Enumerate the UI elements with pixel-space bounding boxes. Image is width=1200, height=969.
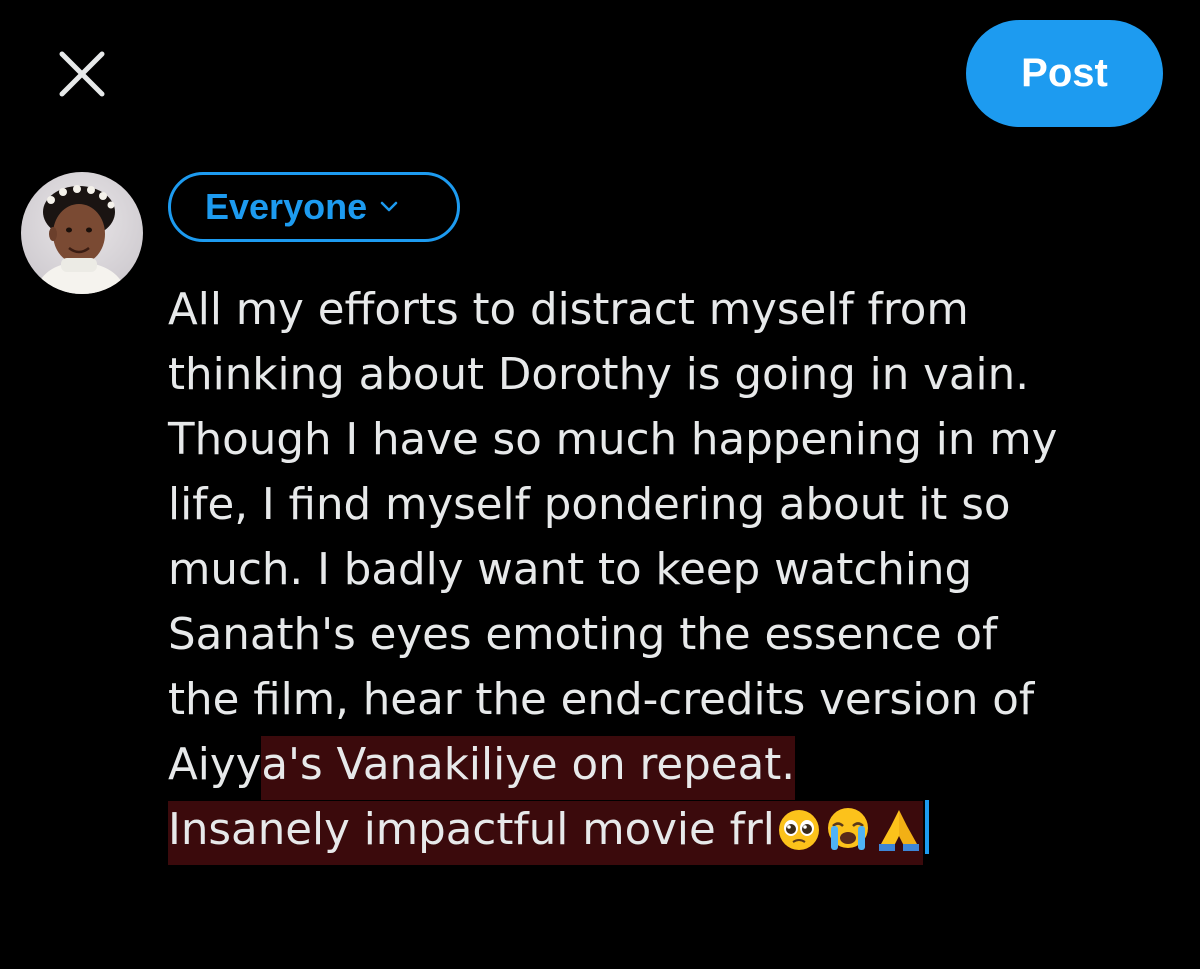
- chevron-down-icon: [379, 201, 399, 213]
- close-button[interactable]: [52, 44, 112, 104]
- pleading-face-emoji: [777, 806, 821, 871]
- selected-text: Insanely impactful movie frl: [168, 805, 775, 855]
- text-cursor: [924, 800, 929, 854]
- close-icon: [59, 51, 105, 97]
- loudly-crying-face-emoji: [823, 806, 873, 871]
- text-line: Aiyya's Vanakiliye on repeat.: [168, 733, 1178, 800]
- text-line: Though I have so much happening in my: [168, 415, 1058, 465]
- text-line: life, I find myself pondering about it s…: [168, 480, 1011, 530]
- text-line: much. I badly want to keep watching: [168, 545, 973, 595]
- post-text-input[interactable]: All my efforts to distract myself from t…: [168, 278, 1178, 865]
- avatar[interactable]: [21, 172, 143, 294]
- selected-text: a's Vanakiliye on repeat.: [261, 736, 796, 800]
- text-line: the film, hear the end-credits version o…: [168, 675, 1035, 725]
- text-line: Insanely impactful movie frl: [168, 798, 1178, 865]
- text-plain: Aiyy: [168, 740, 262, 790]
- folded-hands-emoji: [875, 806, 923, 871]
- text-line: thinking about Dorothy is going in vain.: [168, 350, 1030, 400]
- audience-label: Everyone: [205, 186, 368, 227]
- audience-selector[interactable]: Everyone: [168, 172, 460, 242]
- text-line: All my efforts to distract myself from: [168, 285, 969, 335]
- text-line: Sanath's eyes emoting the essence of: [168, 610, 998, 660]
- post-button[interactable]: Post: [966, 20, 1163, 127]
